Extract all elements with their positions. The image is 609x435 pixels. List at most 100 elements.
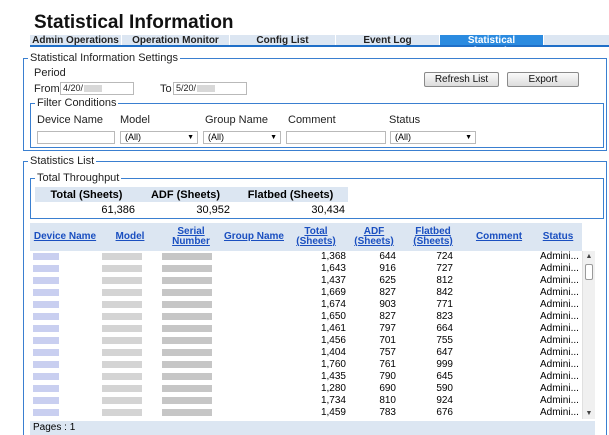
flatbed-sheets-cell: 727 (436, 263, 453, 274)
refresh-list-button[interactable]: Refresh List (424, 72, 499, 87)
table-row[interactable]: 1,674 903 771 Admini... (30, 299, 582, 310)
tab-bar: Admin Operations Operation Monitor Confi… (30, 35, 609, 57)
tab-operation-monitor[interactable]: Operation Monitor (122, 35, 230, 46)
group-name-select[interactable]: (All) ▼ (203, 131, 281, 144)
flatbed-sheets-cell: 645 (436, 371, 453, 382)
group-name-select-value: (All) (208, 132, 224, 142)
comment-cell (464, 395, 534, 406)
table-row[interactable]: 1,404 757 647 Admini... (30, 347, 582, 358)
comment-cell (464, 299, 534, 310)
tab-event-log[interactable]: Event Log (336, 35, 440, 46)
tab-admin-operations[interactable]: Admin Operations (30, 35, 122, 46)
status-cell: Admini... (540, 347, 579, 358)
adf-sheets-cell: 827 (379, 287, 396, 298)
flatbed-sheets-cell: 924 (436, 395, 453, 406)
flatbed-sheets-cell: 755 (436, 335, 453, 346)
group-name-cell (222, 371, 286, 382)
model-cell (100, 407, 160, 418)
from-date-input[interactable]: 4/20/ (60, 82, 134, 95)
table-row[interactable]: 1,435 790 645 Admini... (30, 371, 582, 382)
comment-cell (464, 251, 534, 262)
flatbed-sheets-cell: 724 (436, 251, 453, 262)
comment-cell (464, 323, 534, 334)
tab-statistical-information[interactable]: Statistical Information (440, 35, 544, 57)
group-name-cell (222, 311, 286, 322)
redacted-value (33, 349, 59, 356)
group-name-label: Group Name (205, 114, 268, 126)
model-cell (100, 275, 160, 286)
redacted-value (162, 385, 212, 392)
device-name-cell (30, 359, 100, 370)
column-header-status[interactable]: Status (534, 223, 582, 251)
table-row[interactable]: 1,280 690 590 Admini... (30, 383, 582, 394)
model-select[interactable]: (All) ▼ (120, 131, 198, 144)
settings-legend: Statistical Information Settings (30, 52, 178, 64)
status-cell: Admini... (540, 275, 579, 286)
column-header-comment[interactable]: Comment (464, 223, 534, 251)
serial-number-cell (160, 275, 222, 286)
chevron-down-icon: ▼ (465, 134, 472, 141)
device-name-input[interactable] (37, 131, 115, 144)
model-cell (100, 311, 160, 322)
group-name-cell (222, 407, 286, 418)
status-label: Status (389, 114, 421, 126)
table-row[interactable]: 1,461 797 664 Admini... (30, 323, 582, 334)
flatbed-sheets-cell: 842 (436, 287, 453, 298)
device-name-cell (30, 383, 100, 394)
model-cell (100, 383, 160, 394)
to-date-input[interactable]: 5/20/ (173, 82, 247, 95)
table-row[interactable]: 1,734 810 924 Admini... (30, 395, 582, 406)
table-row[interactable]: 1,459 783 676 Admini... (30, 407, 582, 418)
grid-scrollbar[interactable]: ▲ ▼ (582, 251, 595, 419)
table-row[interactable]: 1,456 701 755 Admini... (30, 335, 582, 346)
column-header-flatbed-sheets[interactable]: Flatbed (Sheets) (402, 223, 464, 251)
adf-sheets-cell: 827 (379, 311, 396, 322)
total-sheets-cell: 1,734 (320, 395, 346, 406)
redacted-value (33, 277, 59, 284)
model-cell (100, 263, 160, 274)
comment-input[interactable] (286, 131, 386, 144)
column-header-total-sheets[interactable]: Total (Sheets) (286, 223, 346, 251)
scroll-down-arrow-icon[interactable]: ▼ (583, 408, 595, 419)
comment-cell (464, 275, 534, 286)
table-row[interactable]: 1,669 827 842 Admini... (30, 287, 582, 298)
table-row[interactable]: 1,643 916 727 Admini... (30, 263, 582, 274)
period-label: Period (34, 67, 66, 79)
table-row[interactable]: 1,760 761 999 Admini... (30, 359, 582, 370)
total-sheets-cell: 1,456 (320, 335, 346, 346)
device-name-cell (30, 287, 100, 298)
column-header-device-name[interactable]: Device Name (30, 223, 100, 251)
serial-number-cell (160, 263, 222, 274)
group-name-cell (222, 359, 286, 370)
adf-sheets-cell: 644 (379, 251, 396, 262)
throughput-flatbed-value: 30,434 (233, 202, 348, 217)
table-row[interactable]: 1,437 625 812 Admini... (30, 275, 582, 286)
redacted-value (33, 325, 59, 332)
device-name-cell (30, 407, 100, 418)
redacted-value (162, 337, 212, 344)
serial-header-line2: Number (172, 236, 210, 247)
comment-label: Comment (288, 114, 336, 126)
redacted-value (162, 301, 212, 308)
export-button[interactable]: Export (507, 72, 579, 87)
comment-cell (464, 371, 534, 382)
table-row[interactable]: 1,368 644 724 Admini... (30, 251, 582, 262)
total-sheets-cell: 1,435 (320, 371, 346, 382)
column-header-model[interactable]: Model (100, 223, 160, 251)
device-name-cell (30, 395, 100, 406)
model-cell (100, 251, 160, 262)
column-header-group-name[interactable]: Group Name (222, 223, 286, 251)
scroll-up-arrow-icon[interactable]: ▲ (583, 251, 595, 262)
column-header-serial-number[interactable]: Serial Number (160, 223, 222, 251)
redacted-value (162, 325, 212, 332)
status-cell: Admini... (540, 335, 579, 346)
redacted-value (102, 385, 142, 392)
table-row[interactable]: 1,650 827 823 Admini... (30, 311, 582, 322)
scrollbar-thumb[interactable] (585, 264, 593, 280)
status-select[interactable]: (All) ▼ (390, 131, 476, 144)
group-name-cell (222, 395, 286, 406)
device-name-cell (30, 323, 100, 334)
tab-config-list[interactable]: Config List (230, 35, 336, 46)
column-header-adf-sheets[interactable]: ADF (Sheets) (346, 223, 402, 251)
serial-number-cell (160, 287, 222, 298)
